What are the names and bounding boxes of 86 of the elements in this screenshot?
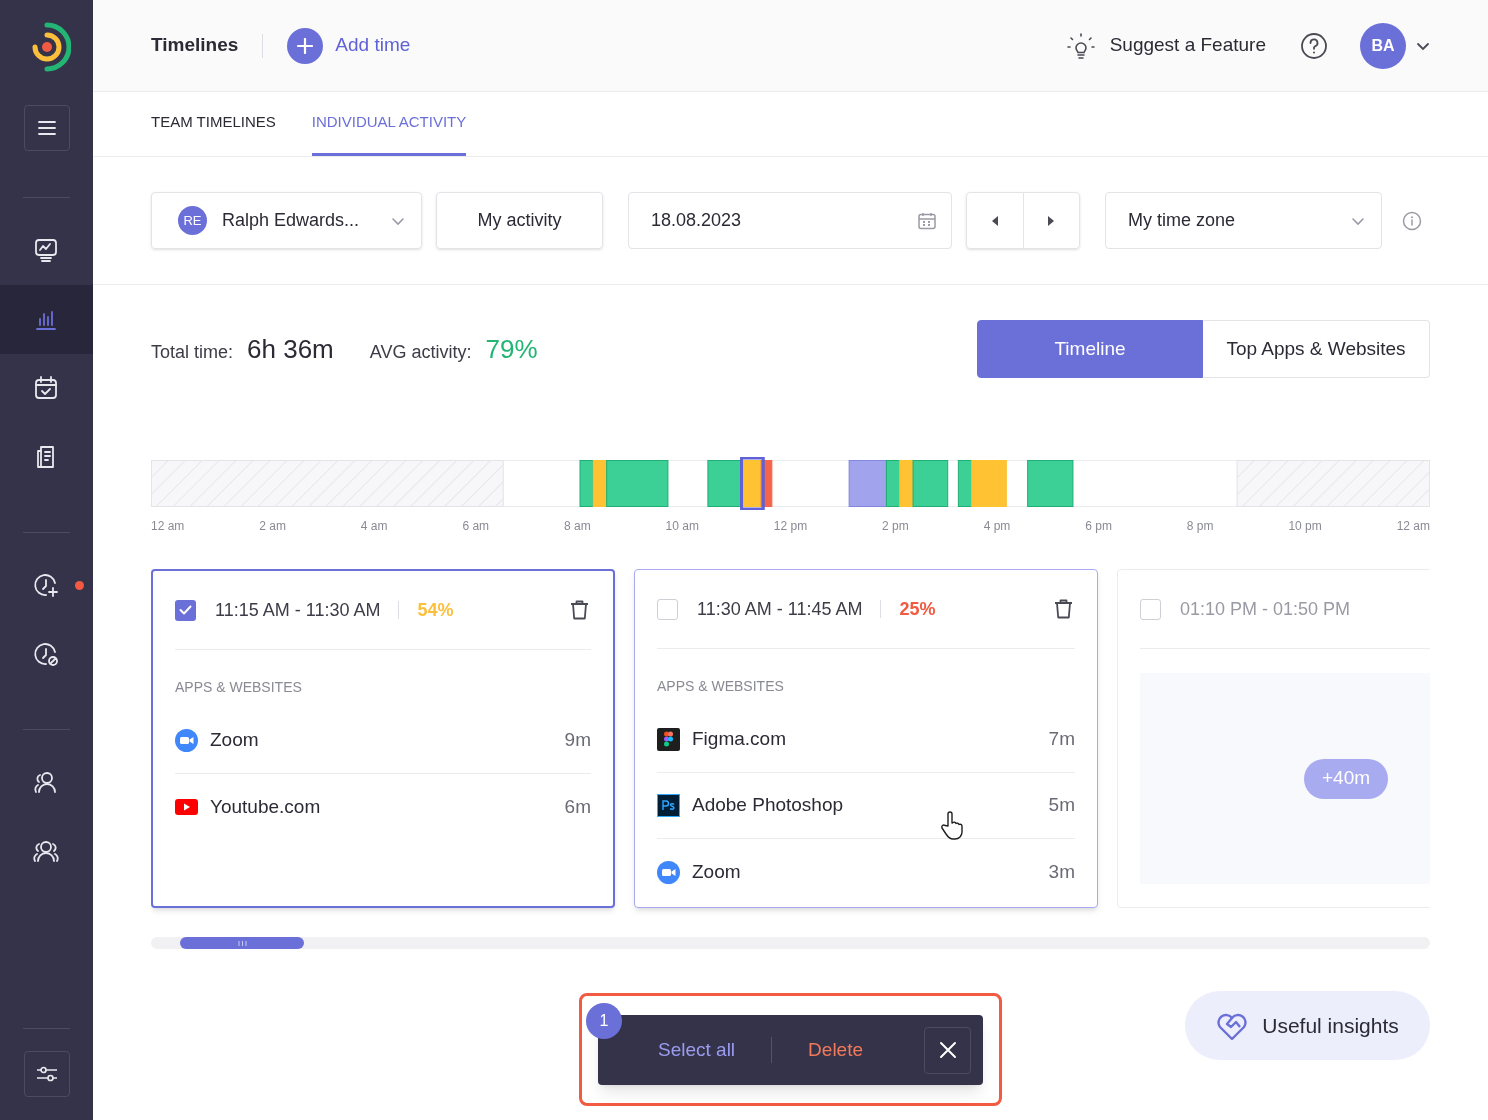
axis-tick-label: 2 pm [882,518,909,535]
extra-time-badge: +40m [1304,758,1389,799]
user-avatar: RE [178,206,207,235]
app-duration: 7m [1048,727,1075,752]
select-all-button[interactable]: Select all [658,1035,736,1065]
clock-plus-icon [33,572,60,599]
delete-icon[interactable] [1054,599,1073,619]
scrollbar-thumb[interactable] [180,937,304,949]
time-range: 11:15 AM - 11:30 AM [215,598,381,622]
delete-button[interactable]: Delete [808,1035,864,1065]
axis-tick-label: 12 am [1396,518,1430,535]
info-icon[interactable] [1402,210,1422,231]
menu-button[interactable] [23,105,70,151]
section-heading: APPS & WEBSITES [175,678,303,697]
activity-percent: 54% [417,598,454,622]
time-zone-select[interactable]: My time zone [1105,192,1382,249]
useful-insights-button[interactable]: Useful insights [1185,991,1430,1060]
app-duration: 6m [564,794,591,819]
axis-tick-label: 10 am [665,518,699,535]
plus-icon [287,27,324,64]
activity-percent: 25% [899,597,936,621]
app-duration: 3m [1048,859,1075,884]
caret-right-icon [1047,215,1056,226]
video-camera-icon [657,860,680,884]
app-name: Youtube.com [210,794,321,819]
axis-tick-label: 4 am [360,518,388,535]
page-title: Timelines [151,33,239,58]
activity-button[interactable]: My activity [436,192,603,249]
axis-tick-label: 8 am [564,518,591,535]
delete-icon[interactable] [570,600,589,620]
total-time-label: Total time: [151,340,234,364]
axis-tick-label: 10 pm [1288,518,1322,535]
tab[interactable]: INDIVIDUAL ACTIVITY [311,92,467,156]
avg-activity-label: AVG activity: [369,340,472,364]
axis-tick-label: 4 pm [983,518,1011,535]
app-name: Zoom [692,859,741,884]
add-time-button[interactable]: Add time [287,27,411,64]
suggest-feature-button[interactable]: Suggest a Feature [1065,30,1266,61]
app-duration: 5m [1048,793,1075,818]
axis-tick-label: 8 pm [1186,518,1214,535]
axis-tick-label: 12 am [151,518,185,535]
check-icon [179,605,192,615]
hand-cursor-icon [940,810,964,840]
settings-button[interactable] [23,1051,70,1097]
user-select[interactable]: RE Ralph Edwards... [151,192,422,249]
axis-tick-label: 12 pm [773,518,808,535]
date-field[interactable]: 18.08.2023 [628,192,952,249]
time-range: 11:30 AM - 11:45 AM [697,597,863,621]
time-slot-card[interactable]: 11:30 AM - 11:45 AM 25% APPS & WEBSITES Figma.com 7m Adobe Photoshop 5m Zoom 3m [634,569,1098,908]
user-avatar[interactable]: BA [1360,22,1406,69]
team-icon [33,838,60,865]
axis-tick-label: 6 pm [1085,518,1112,535]
app-name: Figma.com [692,727,786,752]
menu-icon [37,121,56,135]
time-slot-card[interactable]: 11:15 AM - 11:30 AM 54% APPS & WEBSITES Zoom 9m Youtube.com 6m [151,569,615,908]
figma-logo-icon [657,728,680,751]
tab[interactable]: TEAM TIMELINES [151,92,276,156]
app-name: Adobe Photoshop [692,793,844,818]
close-icon [938,1041,957,1059]
close-button[interactable] [924,1026,971,1074]
view-toggle-button[interactable]: Top Apps & Websites [1203,320,1430,378]
axis-tick-label: 2 am [259,518,286,535]
section-heading: APPS & WEBSITES [657,677,785,696]
help-icon[interactable] [1300,31,1328,60]
lightbulb-icon [1065,30,1096,61]
play-icon [175,799,198,815]
checkbox[interactable] [657,598,678,620]
checkbox[interactable] [1140,598,1161,620]
sliders-icon [35,1064,58,1084]
calendar-check-icon [33,375,60,402]
axis-tick-label: 6 am [462,518,490,535]
time-range: 01:10 PM - 01:50 PM [1180,597,1351,621]
checkbox[interactable] [175,599,196,621]
clock-blocked-icon [33,641,60,668]
caret-left-icon [990,215,999,226]
photoshop-logo-icon [657,794,680,817]
grip-icon [237,940,247,946]
monitor-chart-icon [33,237,60,264]
view-toggle-button[interactable]: Timeline [977,320,1203,378]
total-time-value: 6h 36m [247,332,334,366]
selected-count-badge: 1 [586,1003,622,1039]
avg-activity-value: 79% [485,332,538,366]
calendar-icon [917,210,937,231]
video-camera-icon [175,729,198,752]
app-duration: 9m [564,728,591,753]
app-name: Zoom [210,728,259,753]
